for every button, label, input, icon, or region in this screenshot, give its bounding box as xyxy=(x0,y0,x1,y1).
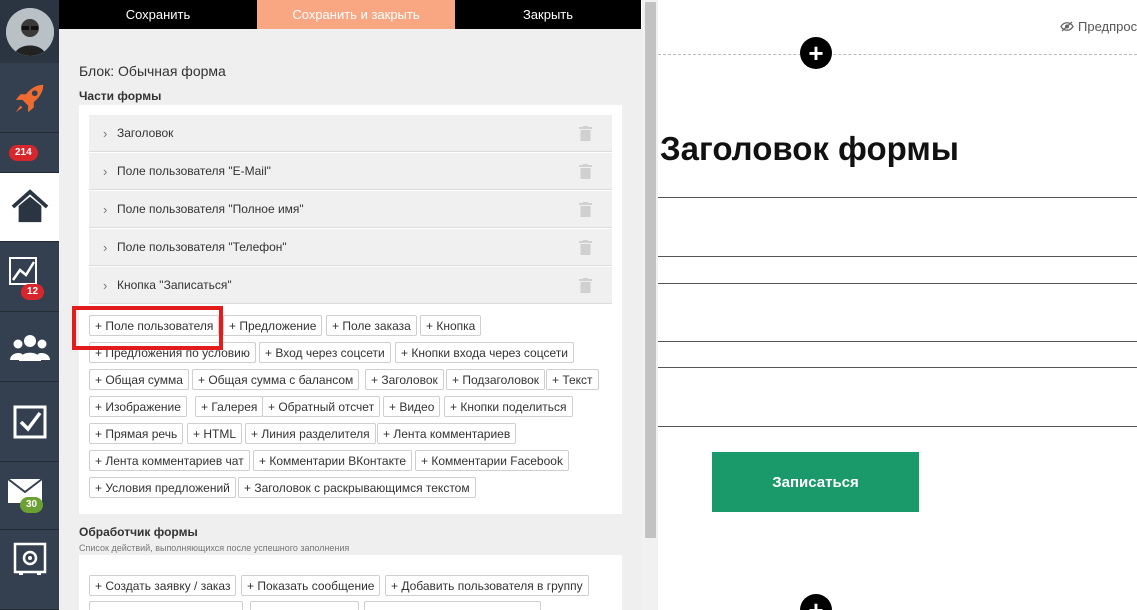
add-offer-button[interactable]: + Предложение xyxy=(223,315,323,336)
chevron-right-icon: › xyxy=(103,163,108,179)
nav-item-home[interactable] xyxy=(0,173,59,242)
page-root: 214 12 30 Сохранить Сохранить и закрыть … xyxy=(0,0,1137,610)
form-preview: Предпросмотр + Заголовок формы Записатьс… xyxy=(658,0,1137,610)
chevron-right-icon: › xyxy=(103,239,108,255)
add-expandable-heading-button[interactable]: + Заголовок с раскрывающимся текстом xyxy=(238,477,476,498)
add-text-button[interactable]: + Текст xyxy=(546,369,599,390)
checkbox-icon xyxy=(13,405,46,438)
trash-icon[interactable] xyxy=(579,240,592,255)
add-button-button[interactable]: + Кнопка xyxy=(420,315,482,336)
rocket-count-badge: 214 xyxy=(9,145,38,161)
add-share-buttons-button[interactable]: + Кнопки поделиться xyxy=(444,396,573,417)
form-title-preview: Заголовок формы xyxy=(660,130,959,167)
add-video-button[interactable]: + Видео xyxy=(383,396,441,417)
trash-icon[interactable] xyxy=(579,126,592,141)
add-user-field-button[interactable]: + Поле пользователя xyxy=(89,315,220,336)
add-gallery-button[interactable]: + Галерея xyxy=(195,396,264,417)
form-handler-actions: + Создать заявку / заказ + Показать сооб… xyxy=(79,555,622,610)
submit-button-preview[interactable]: Записаться xyxy=(712,452,919,512)
input-line-email[interactable] xyxy=(658,197,1137,198)
add-order-field-button[interactable]: + Поле заказа xyxy=(326,315,417,336)
form-part-label: Поле пользователя "Телефон" xyxy=(117,240,287,254)
handler-action-chip-partial[interactable] xyxy=(89,601,243,610)
handler-action-chip-partial[interactable] xyxy=(364,601,541,610)
add-image-button[interactable]: + Изображение xyxy=(89,396,187,417)
add-user-to-group-action-button[interactable]: + Добавить пользователя в группу xyxy=(385,575,589,596)
nav-item-rocket-badge-row[interactable]: 214 xyxy=(0,133,59,173)
users-icon xyxy=(9,334,50,361)
form-part-row[interactable]: › Кнопка "Записаться" xyxy=(89,267,612,304)
left-nav: 214 12 30 xyxy=(0,0,59,610)
add-quote-button[interactable]: + Прямая речь xyxy=(89,423,184,444)
input-line-phone[interactable] xyxy=(658,367,1137,368)
input-line-name-bottom xyxy=(658,341,1137,342)
trash-icon[interactable] xyxy=(579,278,592,293)
rocket-icon xyxy=(15,84,43,112)
form-part-label: Кнопка "Записаться" xyxy=(117,278,232,292)
add-conditional-offers-button[interactable]: + Предложения по условию xyxy=(89,342,256,363)
editor-toolbar: Сохранить Сохранить и закрыть Закрыть xyxy=(59,0,641,29)
handler-action-chip-partial[interactable] xyxy=(250,601,359,610)
avatar[interactable] xyxy=(5,7,54,56)
add-subheading-button[interactable]: + Подзаголовок xyxy=(446,369,546,390)
add-countdown-button[interactable]: + Обратный отсчет xyxy=(262,396,381,417)
nav-item-stats[interactable]: 12 xyxy=(0,242,59,312)
input-line-email-bottom xyxy=(658,256,1137,257)
nav-item-mail[interactable]: 30 xyxy=(0,462,59,530)
avatar-image xyxy=(5,7,54,56)
add-social-login-buttons-button[interactable]: + Кнопки входа через соцсети xyxy=(395,342,574,363)
safe-gear-icon xyxy=(13,542,46,575)
panel-scrollbar-thumb[interactable] xyxy=(645,2,656,538)
input-line-phone-bottom xyxy=(658,426,1137,427)
add-comments-feed-button[interactable]: + Лента комментариев xyxy=(377,423,517,444)
user-avatar-container[interactable] xyxy=(0,0,59,63)
save-button[interactable]: Сохранить xyxy=(59,0,257,29)
form-part-row[interactable]: › Заголовок xyxy=(89,115,612,152)
add-html-button[interactable]: + HTML xyxy=(187,423,243,444)
add-total-with-balance-button[interactable]: + Общая сумма с балансом xyxy=(192,369,360,390)
nav-item-tasks[interactable] xyxy=(0,382,59,462)
add-comments-chat-button[interactable]: + Лента комментариев чат xyxy=(89,450,250,471)
trash-icon[interactable] xyxy=(579,164,592,179)
nav-item-rocket[interactable] xyxy=(0,63,59,133)
preview-link-label: Предпросмотр xyxy=(1078,19,1137,34)
add-block-above-button[interactable]: + xyxy=(800,37,832,69)
stats-count-badge: 12 xyxy=(21,284,45,300)
chevron-right-icon: › xyxy=(103,125,108,141)
add-heading-button[interactable]: + Заголовок xyxy=(365,369,444,390)
add-block-below-button[interactable]: + xyxy=(800,594,832,610)
add-facebook-comments-button[interactable]: + Комментарии Facebook xyxy=(415,450,569,471)
eye-icon xyxy=(1060,21,1074,32)
chevron-right-icon: › xyxy=(103,277,108,293)
home-icon xyxy=(11,189,48,223)
chevron-right-icon: › xyxy=(103,201,108,217)
add-total-sum-button[interactable]: + Общая сумма xyxy=(89,369,189,390)
add-offer-conditions-button[interactable]: + Условия предложений xyxy=(89,477,236,498)
input-line-name[interactable] xyxy=(658,283,1137,284)
add-create-order-action-button[interactable]: + Создать заявку / заказ xyxy=(89,575,237,596)
block-separator xyxy=(658,54,1137,55)
block-settings-panel: Блок: Обычная форма Части формы › Заголо… xyxy=(59,29,642,610)
block-title: Блок: Обычная форма xyxy=(79,63,226,79)
form-handler-title: Обработчик формы xyxy=(79,525,198,539)
add-social-login-button[interactable]: + Вход через соцсети xyxy=(259,342,391,363)
form-part-label: Заголовок xyxy=(117,126,174,140)
form-part-label: Поле пользователя "E-Mail" xyxy=(117,164,271,178)
preview-link[interactable]: Предпросмотр xyxy=(1060,19,1137,34)
nav-item-users[interactable] xyxy=(0,312,59,382)
form-part-label: Поле пользователя "Полное имя" xyxy=(117,202,304,216)
form-part-row[interactable]: › Поле пользователя "Телефон" xyxy=(89,229,612,266)
form-part-row[interactable]: › Поле пользователя "E-Mail" xyxy=(89,153,612,190)
nav-item-settings[interactable] xyxy=(0,530,59,610)
form-handler-subtitle: Список действий, выполняющихся после усп… xyxy=(79,543,350,553)
save-and-close-button[interactable]: Сохранить и закрыть xyxy=(257,0,455,29)
form-part-row[interactable]: › Поле пользователя "Полное имя" xyxy=(89,191,612,228)
add-divider-button[interactable]: + Линия разделителя xyxy=(245,423,376,444)
add-vk-comments-button[interactable]: + Комментарии ВКонтакте xyxy=(253,450,413,471)
close-button[interactable]: Закрыть xyxy=(455,0,641,29)
trash-icon[interactable] xyxy=(579,202,592,217)
form-parts-title: Части формы xyxy=(79,89,162,103)
mail-count-badge: 30 xyxy=(20,497,44,513)
add-show-message-action-button[interactable]: + Показать сообщение xyxy=(241,575,381,596)
